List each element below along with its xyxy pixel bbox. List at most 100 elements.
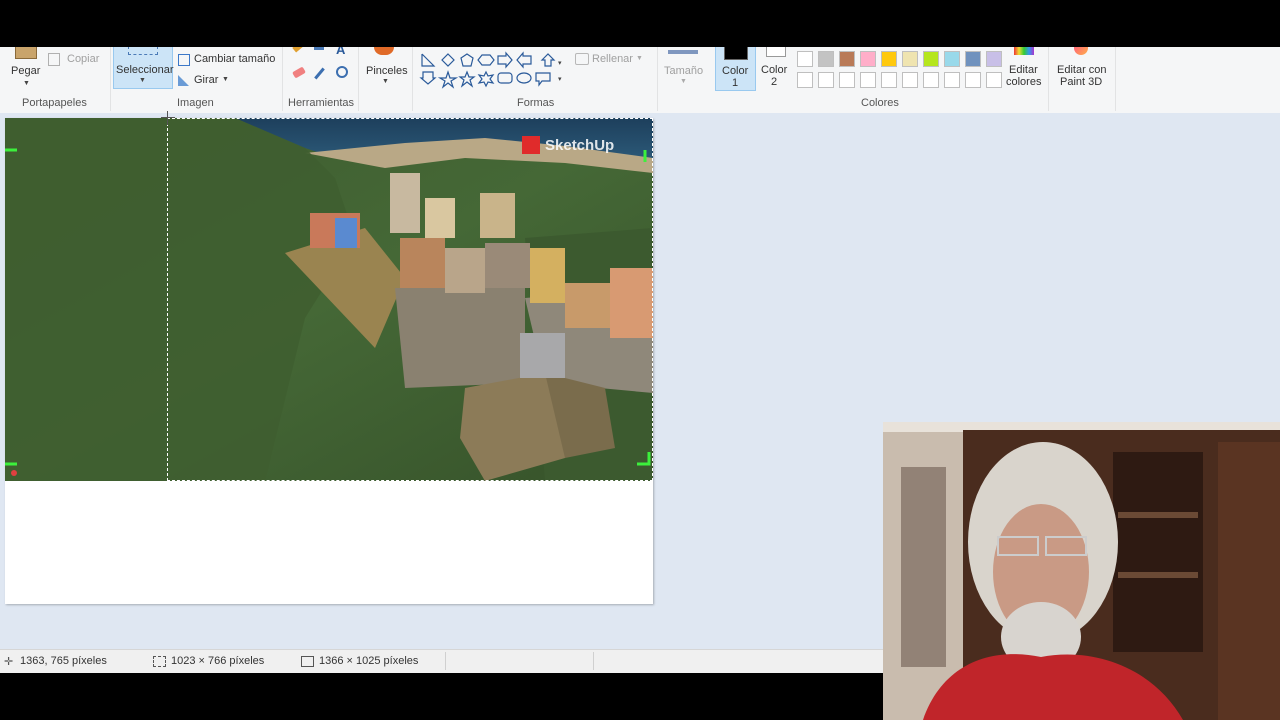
separator <box>358 47 359 111</box>
colors-group-label: Colores <box>861 97 899 109</box>
ribbon: Pegar ▼ Copiar Portapapeles Seleccionar … <box>0 47 1280 114</box>
brushes-button[interactable]: Pinceles ▼ <box>362 47 408 91</box>
image-size-icon <box>301 656 314 667</box>
rotate-icon <box>178 75 189 86</box>
color-swatch[interactable] <box>797 72 813 88</box>
status-divider <box>445 652 446 670</box>
fill-button[interactable]: Rellenar ▼ <box>575 52 645 68</box>
color-swatch[interactable] <box>818 51 834 67</box>
color-swatch[interactable] <box>965 72 981 88</box>
separator <box>110 47 111 111</box>
chevron-down-icon: ▼ <box>139 77 146 84</box>
color-swatch[interactable] <box>902 72 918 88</box>
copy-icon <box>48 53 60 66</box>
color2-number: 2 <box>771 76 778 88</box>
color-swatch[interactable] <box>965 51 981 67</box>
status-divider <box>593 652 594 670</box>
shapes-gallery[interactable]: ▾ ▾ <box>418 51 568 91</box>
clipboard-group-label: Portapapeles <box>22 97 87 109</box>
text-icon[interactable]: A <box>336 47 345 57</box>
color-picker-icon[interactable] <box>314 67 325 80</box>
magnifier-icon[interactable] <box>336 66 348 78</box>
pencil-icon[interactable] <box>292 47 304 53</box>
resize-button[interactable]: Cambiar tamaño <box>178 53 278 69</box>
color-swatch[interactable] <box>818 72 834 88</box>
rotate-label: Girar <box>194 74 219 86</box>
copy-button[interactable]: Copiar <box>48 52 108 68</box>
color1-number: 1 <box>732 77 739 89</box>
color-swatch[interactable] <box>944 51 960 67</box>
rotate-button[interactable]: Girar ▼ <box>178 74 238 90</box>
color1-button[interactable]: Color 1 <box>715 47 756 91</box>
top-black-bar <box>0 0 1280 47</box>
color1-swatch <box>724 47 748 60</box>
color-swatch[interactable] <box>986 72 1002 88</box>
fill-icon <box>575 53 589 65</box>
edit-colors-button[interactable]: Editar colores <box>1004 47 1044 89</box>
select-label: Seleccionar <box>116 64 174 76</box>
selection-rectangle[interactable] <box>167 118 653 481</box>
image-group-label: Imagen <box>177 97 214 109</box>
fill-label: Rellenar <box>592 53 633 65</box>
color-swatch[interactable] <box>797 51 813 67</box>
edit-colors-label-line1: Editar <box>1009 64 1038 76</box>
color-swatch[interactable] <box>986 51 1002 67</box>
separator <box>657 47 658 111</box>
separator <box>282 47 283 111</box>
image-size: 1366 × 1025 píxeles <box>319 655 419 667</box>
color-swatch[interactable] <box>923 51 939 67</box>
color-swatch[interactable] <box>881 51 897 67</box>
resize-icon <box>178 54 190 66</box>
paste-label: Pegar <box>11 65 41 77</box>
paint3d-label-line1: Editar con <box>1057 64 1107 76</box>
tools-group-label: Herramientas <box>288 97 355 109</box>
chevron-down-icon: ▼ <box>382 78 389 85</box>
line-width-icon <box>668 50 698 54</box>
eraser-icon[interactable] <box>292 66 306 79</box>
color-swatch[interactable] <box>902 51 918 67</box>
separator <box>1048 47 1049 111</box>
paint3d-icon <box>1074 47 1088 55</box>
chevron-down-icon: ▼ <box>23 80 30 87</box>
color-swatch[interactable] <box>860 72 876 88</box>
color-swatch[interactable] <box>944 72 960 88</box>
paint3d-label-line2: Paint 3D <box>1060 76 1103 88</box>
webcam-overlay <box>883 422 1280 720</box>
color2-swatch <box>766 47 786 57</box>
webcam-presenter-image <box>883 422 1280 720</box>
color-wheel-icon <box>1014 47 1034 55</box>
color-palette <box>797 51 1007 91</box>
select-rect-icon <box>128 47 158 55</box>
color2-button[interactable]: Color 2 <box>757 47 793 89</box>
edit-colors-label-line2: colores <box>1006 76 1042 88</box>
separator <box>412 47 413 111</box>
color-swatch[interactable] <box>839 51 855 67</box>
brushes-label: Pinceles <box>366 65 408 77</box>
color-swatch[interactable] <box>860 51 876 67</box>
brush-icon <box>374 47 394 55</box>
color2-label: Color <box>761 64 788 76</box>
shapes-icons: ▾ ▾ <box>419 51 562 89</box>
color-swatch[interactable] <box>923 72 939 88</box>
color-swatch[interactable] <box>881 72 897 88</box>
cursor-position-icon: ✛ <box>4 656 14 668</box>
selection-size-icon <box>153 656 166 667</box>
select-button[interactable]: Seleccionar ▼ <box>113 47 173 89</box>
size-label: Tamaño <box>664 65 704 77</box>
paste-button[interactable]: Pegar ▼ <box>6 47 46 91</box>
svg-text:▾: ▾ <box>558 60 562 67</box>
separator <box>1115 47 1116 111</box>
color-swatch[interactable] <box>839 72 855 88</box>
chevron-down-icon: ▼ <box>680 78 687 85</box>
clipboard-icon <box>15 47 37 59</box>
crosshair-cursor-icon <box>161 111 175 125</box>
chevron-down-icon: ▼ <box>222 76 229 83</box>
shapes-group-label: Formas <box>517 97 555 109</box>
size-button[interactable]: Tamaño ▼ <box>660 47 706 91</box>
svg-text:▾: ▾ <box>558 76 562 83</box>
fill-bucket-icon[interactable] <box>314 47 324 50</box>
cursor-position: 1363, 765 píxeles <box>20 655 107 667</box>
selection-size: 1023 × 766 píxeles <box>171 655 265 667</box>
edit-with-paint3d-button[interactable]: Editar con Paint 3D <box>1052 47 1112 89</box>
resize-label: Cambiar tamaño <box>194 53 276 65</box>
